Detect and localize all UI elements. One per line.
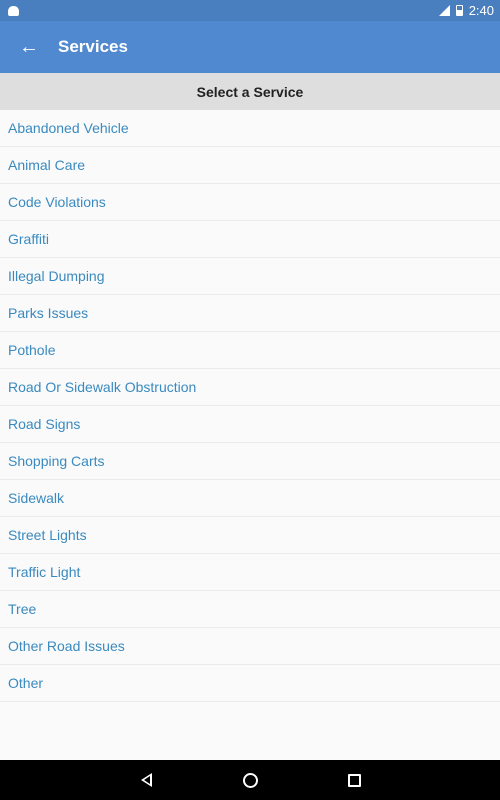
- service-item[interactable]: Abandoned Vehicle: [0, 110, 500, 147]
- system-nav-bar: [0, 760, 500, 800]
- service-list: Abandoned Vehicle Animal Care Code Violati…: [0, 110, 500, 702]
- app-bar: ← Services: [0, 21, 500, 73]
- status-time: 2:40: [468, 3, 494, 18]
- signal-icon: [438, 5, 450, 16]
- service-item[interactable]: Tree: [0, 591, 500, 628]
- nav-recents-button[interactable]: [342, 768, 366, 792]
- service-item[interactable]: Other: [0, 665, 500, 702]
- service-item[interactable]: Shopping Carts: [0, 443, 500, 480]
- service-item[interactable]: Illegal Dumping: [0, 258, 500, 295]
- status-bar: 2:40: [0, 0, 500, 21]
- service-item[interactable]: Other Road Issues: [0, 628, 500, 665]
- back-button[interactable]: ←: [0, 21, 58, 73]
- service-item[interactable]: Animal Care: [0, 147, 500, 184]
- nav-home-button[interactable]: [238, 768, 262, 792]
- nav-back-button[interactable]: [134, 768, 158, 792]
- service-item[interactable]: Traffic Light: [0, 554, 500, 591]
- service-item[interactable]: Road Or Sidewalk Obstruction: [0, 369, 500, 406]
- android-notification-icon: [8, 5, 19, 16]
- battery-icon: [455, 5, 463, 16]
- service-item[interactable]: Road Signs: [0, 406, 500, 443]
- triangle-back-icon: [140, 773, 152, 787]
- page-title: Services: [58, 37, 128, 56]
- service-item[interactable]: Pothole: [0, 332, 500, 369]
- service-item[interactable]: Street Lights: [0, 517, 500, 554]
- service-item[interactable]: Code Violations: [0, 184, 500, 221]
- arrow-left-icon: ←: [19, 35, 39, 58]
- square-recents-icon: [347, 773, 361, 787]
- service-item[interactable]: Sidewalk: [0, 480, 500, 517]
- service-item[interactable]: Graffiti: [0, 221, 500, 258]
- service-item[interactable]: Parks Issues: [0, 295, 500, 332]
- section-header: Select a Service: [0, 73, 500, 110]
- circle-home-icon: [242, 772, 258, 788]
